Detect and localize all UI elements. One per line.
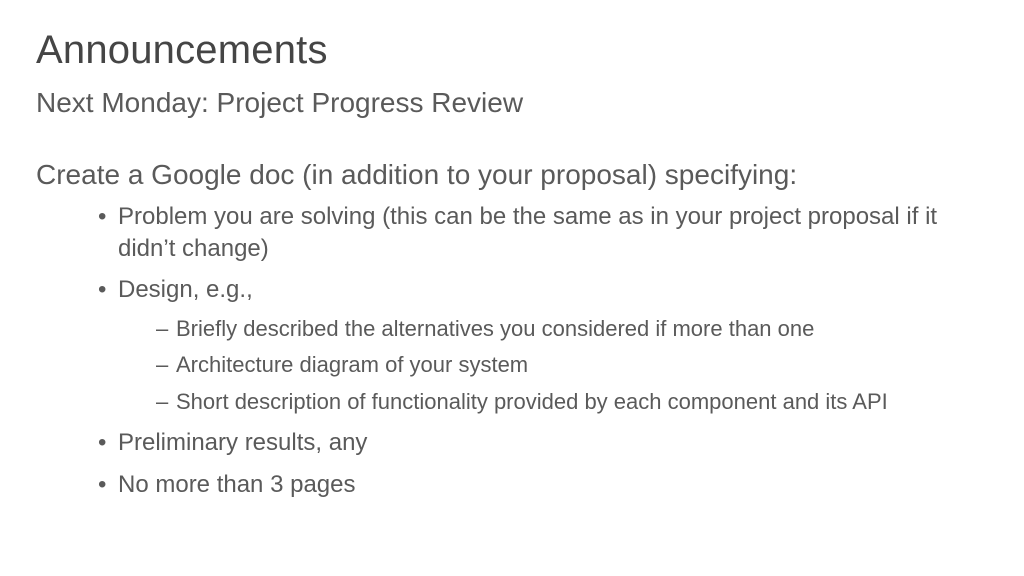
list-item: Design, e.g., Briefly described the alte… <box>102 274 988 417</box>
list-item-text: Problem you are solving (this can be the… <box>118 203 937 262</box>
list-item: Architecture diagram of your system <box>162 350 988 380</box>
list-item: No more than 3 pages <box>102 469 988 501</box>
list-item-text: Short description of functionality provi… <box>176 389 888 414</box>
sub-bullet-list: Briefly described the alternatives you c… <box>118 314 988 417</box>
list-item: Short description of functionality provi… <box>162 387 988 417</box>
slide-subtitle: Next Monday: Project Progress Review <box>36 87 988 119</box>
list-item: Preliminary results, any <box>102 427 988 459</box>
list-item-text: Design, e.g., <box>118 276 253 303</box>
slide: Announcements Next Monday: Project Progr… <box>0 0 1024 576</box>
slide-title: Announcements <box>36 28 988 73</box>
list-item: Briefly described the alternatives you c… <box>162 314 988 344</box>
list-item: Problem you are solving (this can be the… <box>102 201 988 264</box>
list-item-text: Briefly described the alternatives you c… <box>176 316 814 341</box>
list-item-text: Preliminary results, any <box>118 429 367 456</box>
list-item-text: No more than 3 pages <box>118 471 355 498</box>
slide-lead: Create a Google doc (in addition to your… <box>36 159 988 191</box>
list-item-text: Architecture diagram of your system <box>176 352 528 377</box>
bullet-list: Problem you are solving (this can be the… <box>36 201 988 500</box>
